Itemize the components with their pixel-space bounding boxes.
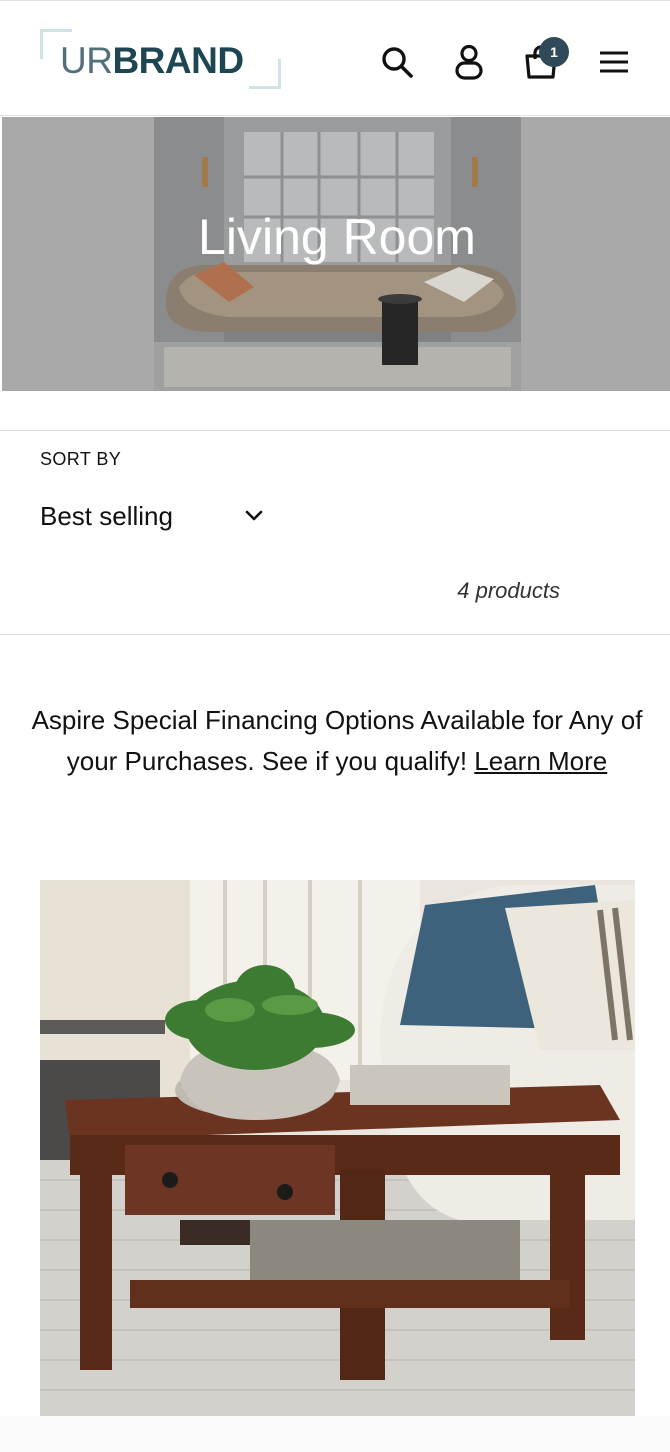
logo-wordmark: URBRAND: [60, 39, 244, 83]
next-product-edge: [0, 1416, 670, 1452]
menu-icon: [600, 51, 628, 73]
search-button[interactable]: [372, 37, 422, 87]
logo-text-ur: UR: [60, 40, 113, 81]
sort-by-select[interactable]: Best selling: [40, 493, 270, 539]
account-button[interactable]: [444, 37, 494, 87]
sort-by-value: Best selling: [40, 500, 173, 531]
menu-button[interactable]: [589, 37, 639, 87]
chevron-down-icon: [245, 510, 263, 521]
cart-count-badge: 1: [539, 37, 569, 67]
divider: [0, 430, 670, 431]
learn-more-link[interactable]: Learn More: [474, 746, 607, 776]
search-icon: [382, 47, 413, 78]
logo-text-brand: BRAND: [112, 40, 244, 81]
collection-title: Living Room: [198, 209, 476, 265]
brand-logo[interactable]: URBRAND: [40, 29, 281, 89]
financing-promo-text: Aspire Special Financing Options Availab…: [30, 700, 644, 782]
product-image-coffee-table[interactable]: [40, 880, 635, 1416]
logo-bracket-bottom-right: [249, 59, 281, 89]
coffee-table-photo: [40, 880, 635, 1416]
collection-hero-banner: Living Room: [2, 117, 670, 391]
account-icon: [455, 44, 483, 80]
product-count: 4 products: [457, 578, 560, 603]
site-header: URBRAND 1: [0, 0, 670, 116]
divider: [0, 634, 670, 635]
sort-by-label: SORT BY: [40, 449, 122, 469]
cart-button[interactable]: 1: [516, 37, 569, 87]
